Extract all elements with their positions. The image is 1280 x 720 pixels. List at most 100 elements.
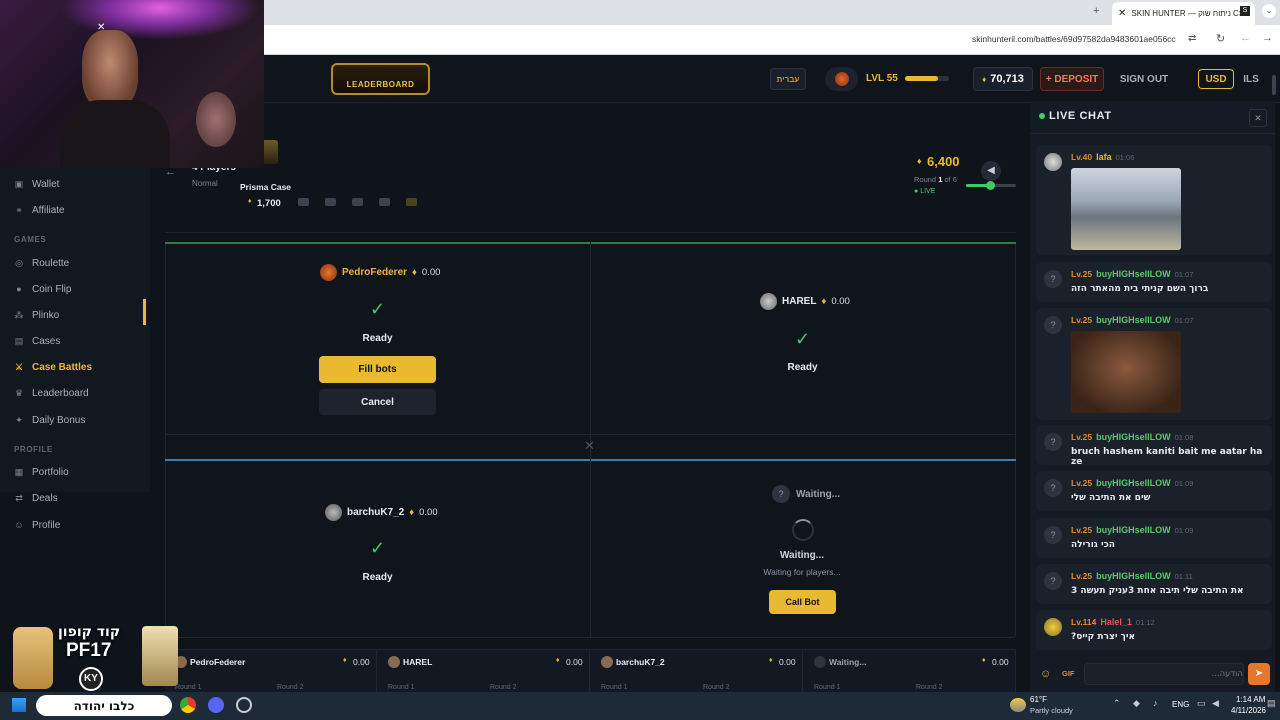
round-label: Round 2: [490, 684, 517, 691]
avatar[interactable]: [825, 67, 858, 91]
deposit-button[interactable]: + DEPOSIT: [1040, 67, 1104, 91]
player-amount-coin-icon: ♦: [409, 507, 415, 518]
message-time: 01:11: [1174, 572, 1193, 581]
chat-input[interactable]: [1084, 663, 1244, 685]
tray-app-icon[interactable]: ◆: [1133, 698, 1140, 709]
chat-message: ? Lv.25 buyHIGHsellLOW 01:07 ברוך השם קניתי …: [1036, 262, 1272, 302]
sidebar-item-daily-bonus[interactable]: ✦ Daily Bonus: [14, 410, 85, 430]
currency-usd-button[interactable]: USD: [1198, 69, 1234, 89]
sidebar-item-profile[interactable]: ☺ Profile: [14, 515, 60, 535]
call-bot-button[interactable]: Call Bot: [769, 590, 836, 614]
unknown-user-icon[interactable]: ?: [1044, 479, 1062, 497]
clock-time[interactable]: 1:14 AM: [1236, 695, 1265, 704]
balance-value: 70,713: [990, 73, 1024, 85]
sidebar-item-roulette[interactable]: ◎ Roulette: [14, 253, 69, 273]
language-indicator[interactable]: ENG: [1172, 700, 1189, 709]
chrome-icon[interactable]: [180, 697, 196, 713]
user-name[interactable]: buyHIGHsellLOW: [1096, 315, 1171, 325]
currency-ils-button[interactable]: ILS: [1238, 69, 1264, 89]
unknown-player-icon: ?: [772, 485, 790, 503]
volume-handle[interactable]: [986, 181, 995, 190]
user-level: Lv.25: [1071, 432, 1093, 442]
unknown-user-icon[interactable]: ?: [1044, 316, 1062, 334]
message-header: Lv.25 buyHIGHsellLOW 01:09: [1071, 478, 1193, 488]
app-icon[interactable]: [236, 697, 252, 713]
reload-icon[interactable]: ↻: [1216, 32, 1225, 45]
network-icon[interactable]: ▭: [1197, 698, 1206, 709]
sidebar-item-cases[interactable]: ▤ Cases: [14, 331, 61, 351]
sidebar-item-case-battles[interactable]: ⚔ Case Battles: [14, 357, 92, 377]
chat-message: Lv.40 lafa 01:06: [1036, 145, 1272, 255]
sidebar-item-affiliate[interactable]: ⚭ Affiliate: [14, 200, 64, 220]
emoji-icon[interactable]: ☺: [1040, 668, 1051, 680]
player-name: Waiting...: [796, 488, 841, 500]
signout-button[interactable]: SIGN OUT: [1114, 67, 1174, 91]
sidebar-item-leaderboard[interactable]: ♛ Leaderboard: [14, 383, 89, 403]
player-avatar: [320, 264, 337, 281]
mic-icon[interactable]: ♪: [1153, 698, 1158, 708]
brand-banner: כלבו יהודה: [36, 695, 172, 716]
case-price-coin-icon: ♦: [248, 198, 252, 205]
cancel-button[interactable]: Cancel: [319, 389, 436, 415]
chat-image-face[interactable]: [1071, 331, 1181, 413]
unknown-user-icon[interactable]: ?: [1044, 270, 1062, 288]
browser-tab[interactable]: ✕ SKIN HUNTER — ניתוח שוק CS: [1112, 2, 1255, 25]
user-name[interactable]: buyHIGHsellLOW: [1096, 432, 1171, 442]
volume-slider[interactable]: [966, 181, 1016, 190]
unknown-user-icon[interactable]: ?: [1044, 526, 1062, 544]
user-name[interactable]: Halel_1: [1100, 617, 1132, 627]
user-avatar[interactable]: [1044, 618, 1062, 636]
scrollbar[interactable]: [1270, 65, 1278, 105]
windows-start-icon[interactable]: [12, 698, 26, 712]
user-icon: ☺: [14, 520, 24, 530]
clock-date[interactable]: 4/11/2026: [1231, 706, 1266, 715]
balance-display: ♦ 70,713: [973, 67, 1033, 91]
notification-icon[interactable]: ▤: [1267, 698, 1276, 709]
speaker-icon[interactable]: ◀: [1212, 698, 1219, 709]
user-name[interactable]: lafa: [1096, 152, 1112, 162]
sidebar-item-coin-flip[interactable]: ● Coin Flip: [14, 279, 71, 299]
message-text: איך יצרת קייס?: [1071, 632, 1136, 642]
back-arrow-icon[interactable]: ←: [165, 166, 179, 180]
user-level: Lv.25: [1071, 571, 1093, 581]
leaderboard-banner[interactable]: LEADERBOARD: [331, 63, 430, 95]
tray-chevron-icon[interactable]: ⌃: [1113, 698, 1121, 709]
close-chat-icon[interactable]: ✕: [1249, 109, 1267, 127]
user-avatar[interactable]: [1044, 153, 1062, 171]
chat-message: ? Lv.25 buyHIGHsellLOW 01:08 bruch hashem ka…: [1036, 425, 1272, 467]
round-cases-strip: [298, 198, 428, 208]
forward-icon[interactable]: →: [1262, 32, 1273, 44]
fill-bots-button[interactable]: Fill bots: [319, 356, 436, 383]
back-icon[interactable]: ←: [1240, 32, 1251, 44]
user-name[interactable]: buyHIGHsellLOW: [1096, 525, 1171, 535]
perfume-bottle: [13, 627, 53, 689]
user-name[interactable]: buyHIGHsellLOW: [1096, 478, 1171, 488]
new-tab-icon[interactable]: +: [1093, 5, 1099, 17]
round-case-icon: [379, 198, 390, 206]
close-tab-icon[interactable]: ✕: [1118, 8, 1126, 19]
user-name[interactable]: buyHIGHsellLOW: [1096, 269, 1171, 279]
unknown-player-icon: [814, 656, 826, 668]
unknown-user-icon[interactable]: ?: [1044, 572, 1062, 590]
discord-icon[interactable]: [208, 697, 224, 713]
language-button[interactable]: עברית: [770, 68, 806, 90]
chat-image-building[interactable]: [1071, 168, 1181, 250]
scrollbar-thumb[interactable]: [1272, 75, 1276, 95]
affiliate-icon: ⚭: [15, 205, 23, 215]
tune-icon[interactable]: ⇄: [1188, 33, 1196, 44]
round-indicator: Round 1 of 6: [914, 175, 957, 184]
deals-icon: ⇄: [15, 493, 23, 503]
volume-icon[interactable]: ◀: [981, 161, 1001, 181]
gif-button[interactable]: GIF: [1062, 669, 1075, 678]
unknown-user-icon[interactable]: ?: [1044, 433, 1062, 451]
message-text: את התיבה שלי תיבה אחת 3עניק תעשה 3: [1071, 586, 1244, 596]
user-name[interactable]: buyHIGHsellLOW: [1096, 571, 1171, 581]
tab-list-icon[interactable]: ⌄: [1262, 4, 1276, 18]
sidebar-item-portfolio[interactable]: ▦ Portfolio: [14, 462, 69, 482]
battle-grid: ✕ PedroFederer ♦ 0.00 ✓ Ready Fill bots …: [165, 242, 1016, 638]
send-icon[interactable]: ➤: [1248, 663, 1270, 685]
sidebar-item-deals[interactable]: ⇄ Deals: [14, 488, 57, 508]
url-text[interactable]: skinhunteril.com/battles/69d97582da94836…: [972, 34, 1176, 44]
sidebar-item-wallet[interactable]: ▣ Wallet: [14, 174, 60, 194]
sidebar-item-plinko[interactable]: ⁂ Plinko: [14, 305, 60, 325]
